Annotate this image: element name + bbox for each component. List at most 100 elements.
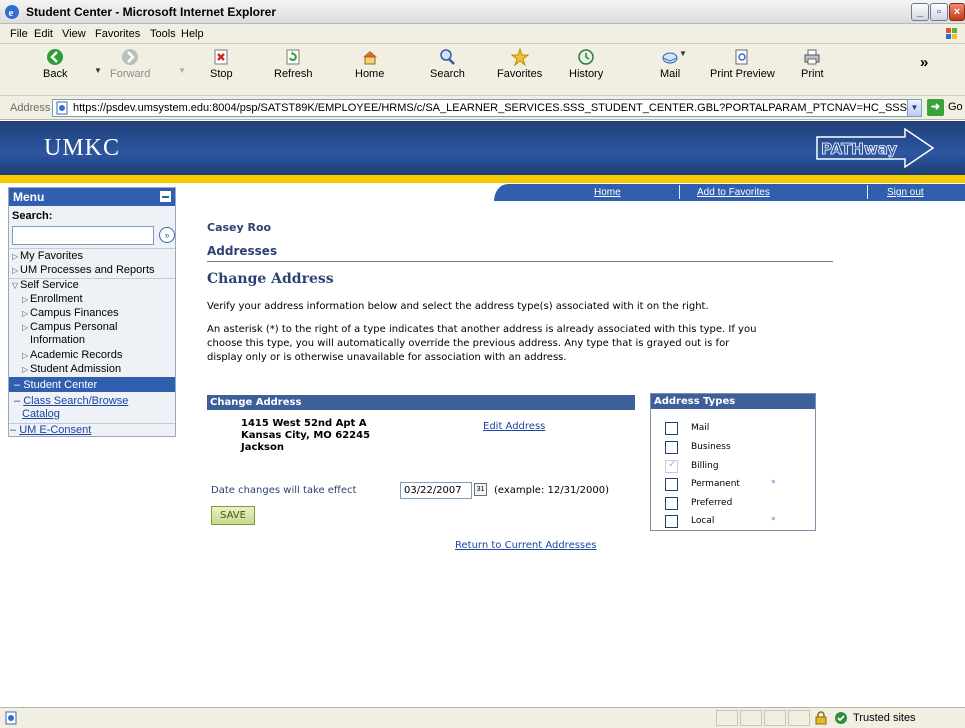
- history-button[interactable]: History: [569, 48, 603, 80]
- back-arrow-icon: [47, 49, 64, 65]
- page-title: Change Address: [207, 271, 334, 287]
- mail-dropdown-icon[interactable]: ▼: [679, 49, 687, 58]
- menu-search-input[interactable]: [12, 226, 154, 245]
- address-types-panel: Address Types Mail Business Billing Perm…: [650, 393, 816, 531]
- expand-arrow-icon: ▷: [12, 266, 19, 275]
- save-button[interactable]: SAVE: [211, 506, 255, 525]
- status-cell: [716, 710, 738, 726]
- print-preview-button[interactable]: Print Preview: [710, 48, 775, 80]
- menu-edit[interactable]: Edit: [34, 28, 53, 40]
- search-button[interactable]: Search: [430, 48, 465, 80]
- status-cell: [740, 710, 762, 726]
- section-title: Addresses: [207, 244, 278, 258]
- menu-item-self-service[interactable]: ▽ Self Service: [12, 279, 79, 291]
- address-bar: Address https://psdev.umsystem.edu:8004/…: [0, 96, 965, 120]
- menu-item-student-admission[interactable]: ▷ Student Admission: [22, 363, 121, 375]
- stop-button[interactable]: Stop: [210, 48, 233, 80]
- status-bar: Trusted sites: [0, 707, 965, 728]
- menu-item-campus-personal[interactable]: ▷ Campus Personal: [22, 321, 117, 333]
- menu-item-um-econsent[interactable]: – UM E-Consent: [10, 424, 91, 436]
- student-name: Casey Roo: [207, 221, 272, 234]
- instructions-text: Verify your address information below an…: [207, 301, 709, 312]
- effective-date-input[interactable]: 03/22/2007: [400, 482, 472, 499]
- favorites-button[interactable]: Favorites: [497, 48, 542, 80]
- address-line-2: Kansas City, MO 62245: [241, 430, 371, 441]
- menu-item-campus-finances[interactable]: ▷ Campus Finances: [22, 307, 119, 319]
- expand-arrow-icon: ▷: [12, 252, 19, 261]
- star-icon: [510, 48, 529, 66]
- expand-arrow-icon: ▷: [22, 295, 29, 304]
- print-button[interactable]: Print: [801, 48, 824, 80]
- close-button[interactable]: ×: [949, 3, 965, 21]
- divider: [9, 248, 175, 249]
- address-input[interactable]: https://psdev.umsystem.edu:8004/psp/SATS…: [52, 99, 922, 117]
- toolbar: Back ▼ Forward ▼ Stop Refresh Home Searc…: [0, 44, 965, 96]
- address-types-header: Address Types: [651, 394, 815, 409]
- effective-date-label: Date changes will take effect: [211, 485, 357, 496]
- trusted-sites-icon: [835, 712, 847, 724]
- menu-item-class-search-2[interactable]: Catalog: [22, 408, 60, 420]
- window-title: Student Center - Microsoft Internet Expl…: [26, 5, 277, 19]
- sign-out-link[interactable]: Sign out: [887, 187, 924, 198]
- menu-header: Menu: [9, 188, 175, 206]
- toolbar-overflow-button[interactable]: »: [920, 54, 928, 71]
- home-link[interactable]: Home: [594, 187, 621, 198]
- refresh-button[interactable]: Refresh: [274, 48, 313, 80]
- forward-button[interactable]: Forward: [110, 48, 150, 80]
- menu-search-label: Search:: [12, 210, 53, 222]
- menu-tools[interactable]: Tools: [150, 28, 176, 40]
- maximize-button[interactable]: ▫: [930, 3, 948, 21]
- asterisk-indicator: *: [771, 516, 776, 526]
- return-to-current-addresses-link[interactable]: Return to Current Addresses: [455, 540, 597, 551]
- collapse-icon[interactable]: [160, 191, 171, 202]
- address-line-1: 1415 West 52nd Apt A: [241, 418, 367, 429]
- menu-favorites[interactable]: Favorites: [95, 28, 140, 40]
- menu-help[interactable]: Help: [181, 28, 204, 40]
- mail-button[interactable]: Mail: [660, 48, 680, 80]
- windows-flag-icon: [946, 28, 957, 39]
- date-example-hint: (example: 12/31/2000): [494, 485, 610, 496]
- go-button[interactable]: ➜ Go: [927, 99, 963, 117]
- menu-search-go-icon[interactable]: »: [159, 227, 175, 243]
- menu-bar: File Edit View Favorites Tools Help: [0, 24, 965, 44]
- lock-icon[interactable]: [814, 711, 828, 725]
- asterisk-note: An asterisk (*) to the right of a type i…: [207, 324, 757, 363]
- home-icon: [362, 51, 377, 65]
- change-address-header: Change Address: [207, 395, 635, 410]
- menu-item-academic-records[interactable]: ▷ Academic Records: [22, 349, 122, 361]
- local-checkbox[interactable]: [665, 515, 678, 528]
- calendar-icon[interactable]: 31: [474, 483, 487, 496]
- add-to-favorites-link[interactable]: Add to Favorites: [697, 187, 770, 198]
- menu-title: Menu: [13, 190, 45, 204]
- back-dropdown-icon[interactable]: ▼: [94, 66, 102, 75]
- menu-item-enrollment[interactable]: ▷ Enrollment: [22, 293, 83, 305]
- menu-item-student-center[interactable]: – Student Center: [14, 379, 97, 391]
- menu-item-my-favorites[interactable]: ▷ My Favorites: [12, 250, 83, 262]
- menu-item-um-processes[interactable]: ▷ UM Processes and Reports: [12, 264, 155, 276]
- pathway-logo-text: PATHway: [821, 140, 897, 158]
- preferred-checkbox[interactable]: [665, 497, 678, 510]
- menu-item-campus-personal-2[interactable]: Information: [30, 334, 85, 346]
- address-url: https://psdev.umsystem.edu:8004/psp/SATS…: [73, 102, 921, 114]
- page-status-icon: [5, 711, 17, 725]
- forward-dropdown-icon[interactable]: ▼: [178, 66, 186, 75]
- expand-arrow-icon: ▷: [22, 365, 29, 374]
- main-content: Casey Roo Addresses Change Address Verif…: [178, 202, 965, 707]
- edit-address-link[interactable]: Edit Address: [483, 421, 545, 432]
- home-button[interactable]: Home: [355, 48, 384, 80]
- site-banner: UMKC PATHway: [0, 121, 965, 175]
- menu-view[interactable]: View: [62, 28, 86, 40]
- refresh-icon: [286, 49, 300, 65]
- page-icon: [56, 101, 68, 115]
- menu-file[interactable]: File: [10, 28, 28, 40]
- print-preview-icon: [735, 49, 748, 65]
- mail-checkbox[interactable]: [665, 422, 678, 435]
- minimize-button[interactable]: _: [911, 3, 929, 21]
- address-dropdown-button[interactable]: ▼: [907, 99, 922, 117]
- forward-arrow-icon: [122, 49, 139, 65]
- permanent-checkbox[interactable]: [665, 478, 678, 491]
- back-button[interactable]: Back: [43, 48, 67, 80]
- menu-item-class-search[interactable]: – Class Search/Browse: [14, 395, 128, 407]
- business-checkbox[interactable]: [665, 441, 678, 454]
- section-divider: [207, 261, 833, 262]
